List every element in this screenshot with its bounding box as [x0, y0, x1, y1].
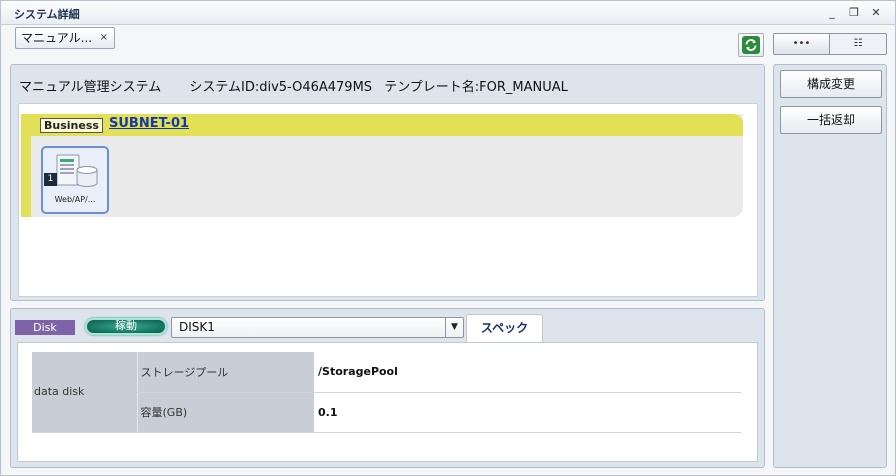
view-list-button[interactable]: ☷	[830, 34, 886, 54]
subnet-business: Business SUBNET-01 1 Web/AP/...	[21, 114, 743, 217]
system-detail-window: システム詳細 _ ❐ ✕ マニュアル... × ••• ☷ マニュアル管理システ…	[0, 0, 896, 476]
tab-label: マニュアル...	[21, 31, 93, 45]
restore-icon[interactable]: ❐	[846, 5, 862, 21]
disk-detail-panel: Disk 稼動 DISK1 ▼ スペック data disk ストレージプール …	[10, 308, 765, 468]
system-id: システムID:div5-O46A479MS	[189, 80, 373, 95]
chevron-down-icon[interactable]: ▼	[445, 318, 463, 337]
minimize-icon[interactable]: _	[824, 5, 840, 21]
disk-type-badge: Disk	[15, 320, 75, 335]
server-count-badge: 1	[44, 173, 57, 186]
spec-table: data disk ストレージプール /StoragePool 容量(GB) 0…	[32, 352, 741, 433]
system-config-panel: マニュアル管理システム システムID:div5-O46A479MS テンプレート…	[10, 64, 765, 301]
window-title: システム詳細	[14, 8, 80, 21]
tab-spec[interactable]: スペック	[466, 314, 543, 343]
tab-close-icon[interactable]: ×	[100, 28, 108, 48]
spec-key: ストレージプール	[136, 352, 314, 393]
tab-manual-system[interactable]: マニュアル... ×	[15, 27, 115, 49]
spec-value: /StoragePool	[314, 352, 741, 393]
spec-value: 0.1	[314, 392, 741, 433]
subnet-header: Business SUBNET-01	[21, 114, 743, 136]
tab-bar: マニュアル... × ••• ☷	[1, 26, 895, 62]
change-config-button[interactable]: 構成変更	[780, 70, 882, 98]
bulk-return-button[interactable]: 一括返却	[780, 106, 882, 134]
disk-select[interactable]: DISK1 ▼	[171, 317, 464, 338]
status-badge: 稼動	[85, 318, 167, 335]
close-icon[interactable]: ✕	[868, 5, 884, 21]
server-label: Web/AP/...	[54, 195, 96, 204]
system-name: マニュアル管理システム	[19, 80, 162, 95]
side-action-panel: 構成変更 一括返却	[773, 64, 887, 468]
server-storage-icon	[56, 154, 98, 187]
server-tile-web-ap[interactable]: 1 Web/AP/...	[41, 146, 109, 214]
disk-select-value: DISK1	[179, 320, 215, 334]
table-row: data disk ストレージプール /StoragePool	[32, 352, 741, 433]
spec-table-container: data disk ストレージプール /StoragePool 容量(GB) 0…	[17, 342, 758, 462]
view-diagram-button[interactable]: •••	[774, 34, 830, 54]
refresh-icon	[742, 36, 760, 54]
subnet-link[interactable]: SUBNET-01	[109, 116, 189, 131]
network-diagram: Business SUBNET-01 1 Web/AP/...	[18, 103, 758, 297]
view-toggle: ••• ☷	[773, 33, 887, 55]
table-row: 容量(GB) 0.1	[32, 392, 741, 433]
system-info: マニュアル管理システム システムID:div5-O46A479MS テンプレート…	[19, 76, 592, 95]
refresh-button[interactable]	[738, 33, 764, 57]
template-name: テンプレート名:FOR_MANUAL	[384, 80, 568, 95]
title-bar: システム詳細 _ ❐ ✕	[1, 1, 895, 25]
subnet-tag: Business	[40, 118, 103, 133]
spec-key: 容量(GB)	[136, 392, 314, 433]
spec-category: data disk	[32, 352, 137, 433]
